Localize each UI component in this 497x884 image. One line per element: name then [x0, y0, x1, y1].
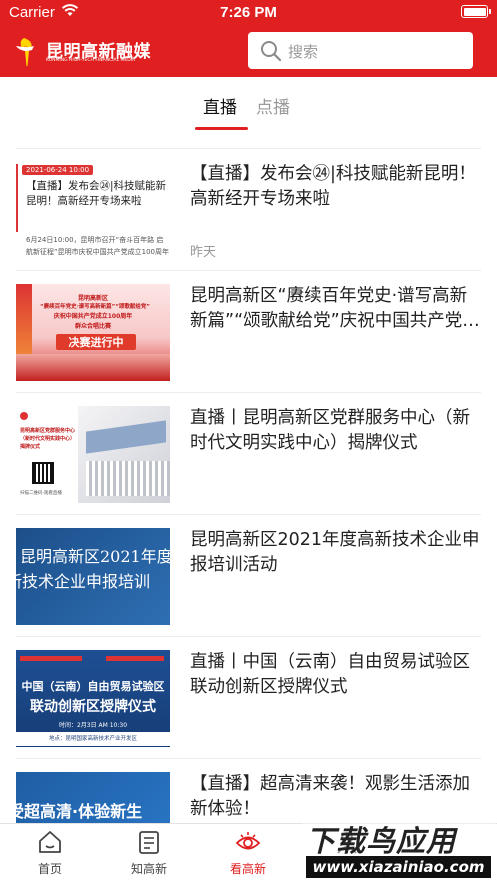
tabbar-label: 首页: [37, 862, 62, 876]
item-title: 昆明高新区2021年度高新技术企业申报培训活动: [190, 530, 480, 575]
thumb-line-1: 昆明高新区: [77, 295, 108, 302]
tab-live[interactable]: 直播: [203, 93, 237, 118]
qr-code-icon: [32, 462, 54, 484]
watermark: 下载鸟应用 www.xiazainiao.com: [302, 816, 495, 883]
tabbar-news[interactable]: 知高新: [99, 824, 199, 884]
list-item[interactable]: 昆明高新区2021年度 新技术企业申报培训 昆明高新区2021年度高新技术企业申…: [16, 514, 481, 636]
active-tab-indicator: [195, 127, 248, 130]
thumb-time: 时间：2月3日 AM 10:30: [58, 722, 128, 729]
search-icon: [261, 41, 282, 62]
thumb-foot: 扫描二维码·观看直播: [20, 491, 62, 496]
list-item[interactable]: 昆明高新区 “赓续百年党史·谱写高新新篇”“颂歌献给党” 庆祝中国共产党成立10…: [16, 270, 481, 392]
home-icon: [39, 831, 61, 853]
eye-icon: [235, 832, 261, 850]
thumb-line-2: 联动创新区授牌仪式: [30, 699, 156, 715]
search-placeholder: 搜索: [288, 43, 319, 61]
thumb-banner: 决赛进行中: [56, 334, 136, 350]
torch-logo-icon: [16, 38, 34, 66]
content-tabs: 直播 点播: [0, 90, 497, 132]
watermark-title: 下载鸟应用: [306, 824, 457, 858]
thumb-line-3: 揭牌仪式: [20, 444, 41, 450]
tabbar-label: 看高新: [229, 862, 266, 876]
tabbar-label: 知高新: [130, 862, 167, 876]
item-date: 昨天: [190, 245, 217, 260]
item-title: 昆明高新区“赓续百年党史·谱写高新新篇”“颂歌献给党”庆祝中国共产党成立100周…: [190, 286, 480, 331]
watermark-url: www.xiazainiao.com: [306, 856, 491, 878]
item-thumbnail: 2021-06-24 10:00 【直播】发布会㉔|科技赋能新昆明！高新经开专场…: [16, 162, 170, 259]
thumb-line-3: 庆祝中国共产党成立100周年: [53, 313, 133, 320]
thumb-line-1: 昆明高新区党群服务中心: [20, 428, 76, 434]
thumb-line-2: 新技术企业申报培训: [16, 572, 151, 591]
tabbar-watch[interactable]: 看高新: [198, 824, 298, 884]
list-item[interactable]: 2021-06-24 10:00 【直播】发布会㉔|科技赋能新昆明！高新经开专场…: [16, 148, 481, 270]
thumb-body: 6月24日10:00，昆明市召开“奋斗百年路 启航新征程”昆明市庆祝中国共产党成…: [26, 236, 169, 256]
item-thumbnail: 昆明高新区党群服务中心 （新时代文明实践中心） 揭牌仪式 扫描二维码·观看直播: [16, 406, 170, 503]
thumb-place: 地点：昆明国家高新技术产业开发区: [16, 732, 170, 746]
thumb-line-1: 受超高清·体验新生: [16, 802, 143, 821]
item-title: 直播丨中国（云南）自由贸易试验区联动创新区授牌仪式: [190, 652, 470, 697]
thumb-line-4: 群众合唱比赛: [74, 323, 111, 330]
search-input[interactable]: 搜索: [248, 32, 473, 69]
item-thumbnail: 昆明高新区2021年度 新技术企业申报培训: [16, 528, 170, 625]
thumb-line-1: 中国（云南）自由贸易试验区: [21, 680, 165, 693]
status-bar: Carrier 7:26 PM: [0, 0, 497, 26]
item-title: 【直播】超高清来袭！观影生活添加新体验！: [190, 774, 470, 819]
list-item[interactable]: 中国（云南）自由贸易试验区 联动创新区授牌仪式 时间：2月3日 AM 10:30…: [16, 636, 481, 758]
news-icon: [139, 831, 159, 854]
tabbar-home[interactable]: 首页: [0, 824, 100, 884]
thumb-line-2: “赓续百年党史·谱写高新新篇”“颂歌献给党”: [39, 304, 151, 310]
status-time: 7:26 PM: [220, 4, 277, 21]
tab-on-demand[interactable]: 点播: [256, 93, 290, 118]
logo-subtitle: KUNMING HIGH-TECH FINANCIAL MEDIA: [46, 58, 136, 63]
app-header: Carrier 7:26 PM 昆明高新融媒 KUNMING HIGH-TECH…: [0, 0, 497, 77]
thumb-headline: 【直播】发布会㉔|科技赋能新昆明！高新经开专场来啦: [26, 180, 167, 207]
item-thumbnail: 中国（云南）自由贸易试验区 联动创新区授牌仪式 时间：2月3日 AM 10:30…: [16, 650, 170, 747]
thumb-line-1: 昆明高新区2021年度: [20, 547, 170, 566]
item-thumbnail: 昆明高新区 “赓续百年党史·谱写高新新篇”“颂歌献给党” 庆祝中国共产党成立10…: [16, 284, 170, 381]
thumb-date-tag: 2021-06-24 10:00: [22, 165, 94, 175]
item-title: 【直播】发布会㉔|科技赋能新昆明！高新经开专场来啦: [190, 164, 476, 209]
party-emblem-icon: [20, 412, 28, 420]
list-item[interactable]: 昆明高新区党群服务中心 （新时代文明实践中心） 揭牌仪式 扫描二维码·观看直播 …: [16, 392, 481, 514]
item-title: 直播丨昆明高新区党群服务中心（新时代文明实践中心）揭牌仪式: [190, 408, 470, 453]
battery-icon: [461, 5, 491, 18]
thumb-line-2: （新时代文明实践中心）: [20, 436, 76, 442]
